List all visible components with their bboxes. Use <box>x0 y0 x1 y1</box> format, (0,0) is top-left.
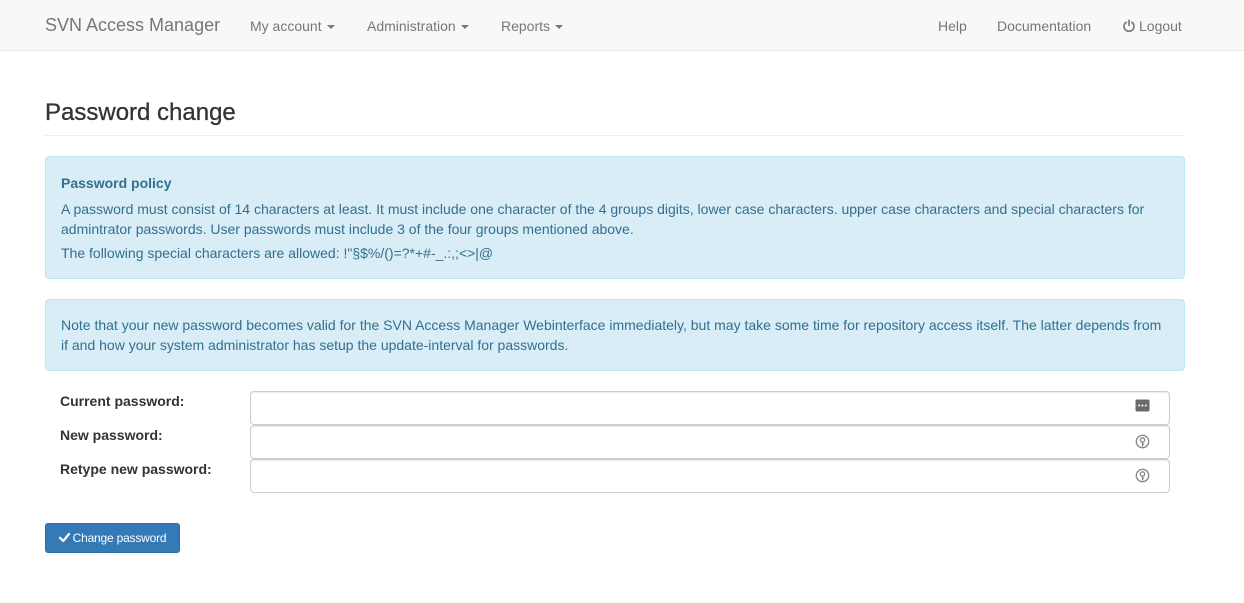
retype-password-label: Retype new password: <box>60 461 212 477</box>
menu-administration-label: Administration <box>367 18 456 34</box>
logout-link[interactable]: Logout <box>1122 17 1182 35</box>
change-password-button[interactable]: Change password <box>45 523 180 553</box>
check-icon <box>58 532 70 543</box>
caret-down-icon <box>326 25 335 30</box>
title-divider <box>45 135 1185 136</box>
retype-password-input[interactable] <box>250 459 1170 493</box>
password-validity-text: Note that your new password becomes vali… <box>61 317 1162 353</box>
top-navbar: SVN Access Manager My account Administra… <box>0 0 1244 51</box>
menu-my-account[interactable]: My account <box>250 17 335 35</box>
logout-label: Logout <box>1139 18 1182 34</box>
current-password-input[interactable] <box>250 391 1170 425</box>
new-password-input[interactable] <box>250 425 1170 459</box>
new-password-label: New password: <box>60 427 163 443</box>
help-link[interactable]: Help <box>938 17 967 35</box>
caret-down-icon <box>555 25 564 30</box>
password-validity-note: Note that your new password becomes vali… <box>45 299 1185 371</box>
key-fill-icon[interactable] <box>1135 468 1150 483</box>
menu-reports[interactable]: Reports <box>501 17 564 35</box>
special-characters-text: The following special characters are all… <box>61 245 494 261</box>
page-title: Password change <box>45 99 236 126</box>
menu-administration[interactable]: Administration <box>367 17 469 35</box>
menu-my-account-label: My account <box>250 18 322 34</box>
password-policy-alert: Password policy A password must consist … <box>45 156 1185 279</box>
menu-reports-label: Reports <box>501 18 551 34</box>
password-policy-text: A password must consist of 14 characters… <box>61 201 1145 237</box>
key-fill-icon[interactable] <box>1135 434 1150 449</box>
caret-down-icon <box>460 25 469 30</box>
password-manager-icon[interactable] <box>1135 398 1150 413</box>
current-password-label: Current password: <box>60 393 185 409</box>
change-password-label: Change password <box>72 531 167 545</box>
power-icon <box>1123 19 1135 33</box>
brand-link[interactable]: SVN Access Manager <box>45 15 220 35</box>
documentation-link[interactable]: Documentation <box>997 17 1091 35</box>
password-policy-heading: Password policy <box>61 175 172 191</box>
